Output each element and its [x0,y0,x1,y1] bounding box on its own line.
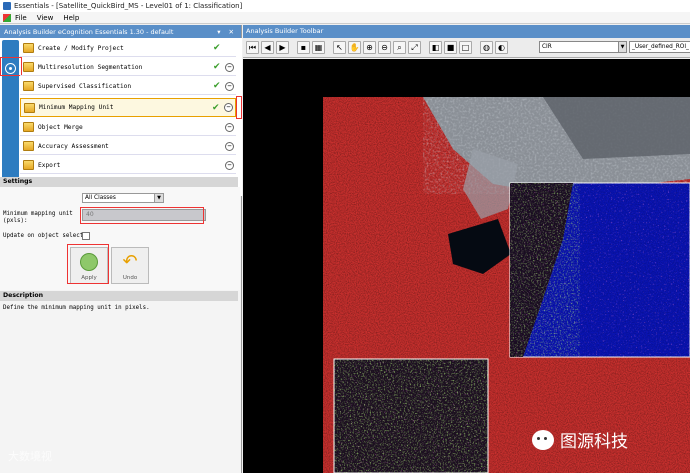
description-text: Define the minimum mapping unit in pixel… [3,305,150,311]
satellite-image [323,97,690,473]
previous-icon[interactable]: ◀ [261,41,274,54]
step-label: Create / Modify Project [38,44,124,52]
menu-view[interactable]: View [37,14,54,22]
folder-icon [23,122,34,132]
settings-header: Settings [0,177,238,187]
step-create-project[interactable]: Create / Modify Project ✔ [20,40,236,57]
class-select-value: All Classes [85,195,116,201]
watermark-right: 图源科技 [532,427,628,452]
update-checkbox[interactable] [82,232,90,240]
remove-step-button[interactable]: − [225,81,234,91]
folder-icon [23,62,34,72]
analysis-toolbar: ⏮ ◀ ▶ ▪ ▦ ↖ ✋ ⊕ ⊖ ⌕ ⤢ ◧ ■ □ ◍ ◐ CIR ▼ _U… [243,38,690,58]
layer-icon[interactable]: ◧ [429,41,442,54]
step-label: Minimum Mapping Unit [39,104,114,111]
zoom-in-icon[interactable]: ⊕ [363,41,376,54]
roi-select-value: _User_defined_ROI_ [632,44,689,50]
menu-help[interactable]: Help [63,14,79,22]
check-icon: ✔ [213,62,221,72]
layer-select[interactable]: CIR ▼ [539,41,627,53]
step-accuracy-assessment[interactable]: Accuracy Assessment − [20,138,236,155]
settings-panel: All Classes ▼ Minimum mapping unit (pxls… [0,187,240,290]
check-icon: ✔ [213,81,221,91]
description-header: Description [0,291,238,301]
panel-controls[interactable]: ▾ ✕ [217,28,237,36]
folder-icon [23,43,34,53]
pointer-icon[interactable]: ↖ [333,41,346,54]
watermark-right-text: 图源科技 [560,432,628,452]
update-label: Update on object select [3,233,84,239]
toolbar-title: Analysis Builder Toolbar [243,25,690,38]
panel-title: Analysis Builder eCognition Essentials 1… [4,27,174,36]
step-label: Accuracy Assessment [38,142,109,150]
remove-step-button[interactable]: − [224,103,233,112]
watermark-left: 大数境视 [8,450,52,463]
globe-icon[interactable]: ◍ [480,41,493,54]
remove-highlight-box [236,96,242,119]
check-icon: ✔ [213,43,221,53]
step-list: Create / Modify Project ✔ Multiresolutio… [0,38,242,196]
inset-green-magenta [334,359,488,473]
folder-icon [23,81,34,91]
step-export[interactable]: Export − [20,157,236,174]
remove-step-button[interactable]: − [225,160,234,170]
inset-magenta-objects [510,183,690,357]
undo-label: Undo [122,275,138,281]
remove-step-button[interactable]: − [225,62,234,72]
menu-file[interactable]: File [15,14,27,22]
image-icon[interactable]: ▦ [312,41,325,54]
next-icon[interactable]: ▶ [276,41,289,54]
zoom-out-icon[interactable]: ⊖ [378,41,391,54]
undo-icon: ↶ [122,251,138,272]
hand-icon[interactable]: ✋ [348,41,361,54]
chevron-down-icon[interactable]: ▼ [154,194,163,202]
zoom-area-icon[interactable]: ⌕ [393,41,406,54]
roi-select[interactable]: _User_defined_ROI_ [629,41,690,53]
logo-icon [3,13,11,22]
apply-highlight-box [67,244,109,284]
remove-step-button[interactable]: − [225,122,234,132]
first-icon[interactable]: ⏮ [246,41,259,54]
step-multiresolution-segmentation[interactable]: Multiresolution Segmentation ✔ − [20,59,236,76]
class-select[interactable]: All Classes ▼ [82,193,164,203]
step-minimum-mapping-unit[interactable]: Minimum Mapping Unit ✔ − [20,98,236,117]
folder-icon [24,102,35,113]
layer-select-value: CIR [542,44,552,50]
title-bar: Essentials - [Satellite_QuickBird_MS - L… [0,0,690,12]
step-label: Export [38,161,61,169]
step-label: Supervised Classification [38,82,132,90]
classification-icon[interactable]: ■ [444,41,457,54]
sample-icon[interactable]: ◐ [495,41,508,54]
image-viewer[interactable] [243,59,690,473]
zoom-fit-icon[interactable]: ⤢ [408,41,421,54]
step-label: Multiresolution Segmentation [38,63,143,71]
mmu-highlight-box [80,207,204,224]
undo-button[interactable]: ↶ Undo [111,247,149,284]
panel-header: Analysis Builder eCognition Essentials 1… [0,25,241,38]
check-icon: ✔ [212,102,220,113]
mmu-label: Minimum mapping unit (pxls): [3,211,73,224]
app-icon [3,2,11,10]
step-supervised-classification[interactable]: Supervised Classification ✔ − [20,78,236,95]
rail-highlight-box [0,57,22,76]
window-title: Essentials - [Satellite_QuickBird_MS - L… [14,2,243,10]
wechat-icon [532,429,554,450]
save-icon[interactable]: ▪ [297,41,310,54]
step-object-merge[interactable]: Object Merge − [20,119,236,136]
step-label: Object Merge [38,123,83,131]
folder-icon [23,160,34,170]
menu-bar: File View Help [0,12,690,24]
folder-icon [23,141,34,151]
remove-step-button[interactable]: − [225,141,234,151]
outline-icon[interactable]: □ [459,41,472,54]
chevron-down-icon[interactable]: ▼ [618,42,626,52]
